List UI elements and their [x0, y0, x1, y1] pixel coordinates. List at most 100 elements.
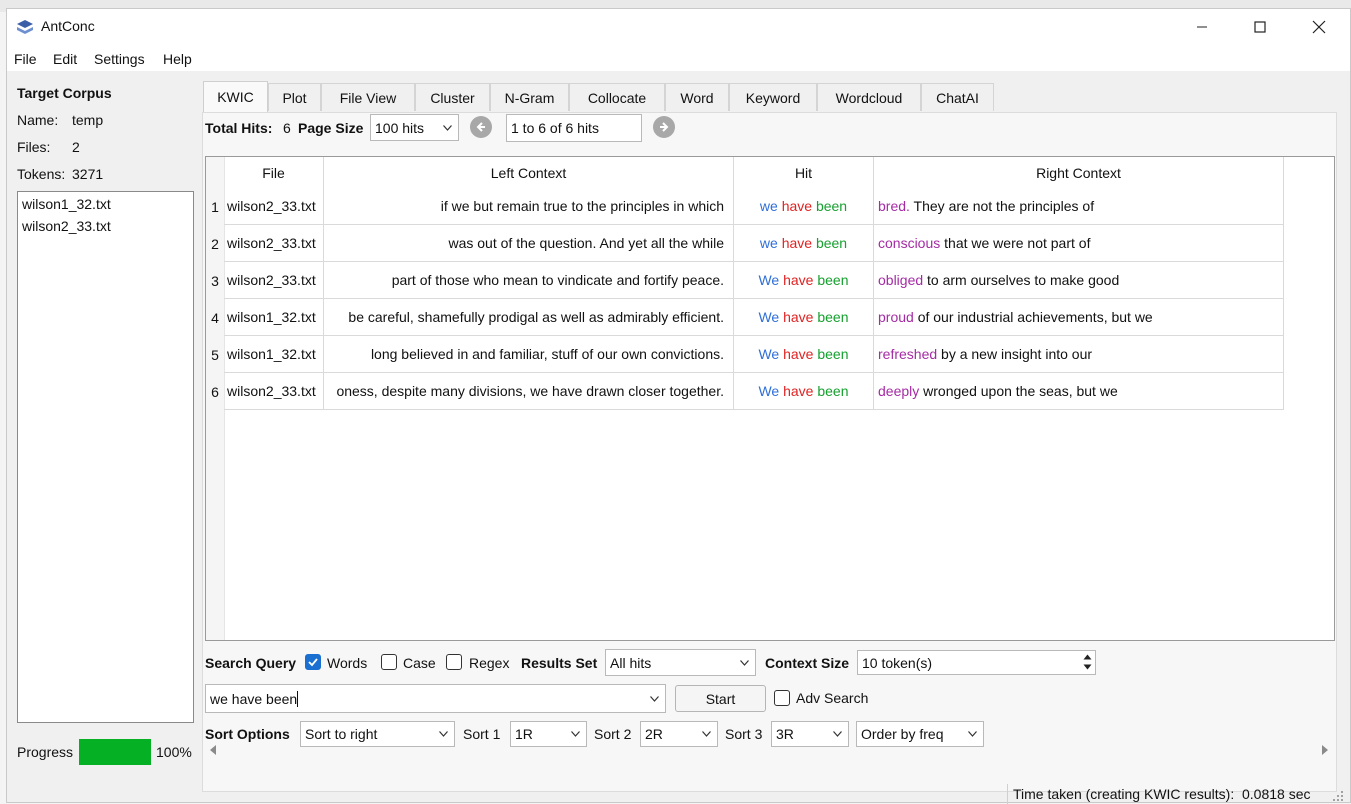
tab-n-gram[interactable]: N-Gram [490, 83, 569, 111]
column-header-right-context[interactable]: Right Context [874, 157, 1284, 189]
hit-cell[interactable]: We have been [734, 373, 874, 410]
table-row[interactable]: 5 wilson1_32.txt long believed in and fa… [206, 336, 1284, 373]
right-context-cell[interactable]: refreshed by a new insight into our [874, 336, 1284, 373]
column-header-left-context[interactable]: Left Context [324, 157, 734, 189]
file-cell[interactable]: wilson1_32.txt [224, 336, 324, 373]
left-context-cell[interactable]: part of those who mean to vindicate and … [324, 262, 734, 299]
prev-page-button[interactable] [470, 116, 492, 138]
tab-cluster[interactable]: Cluster [415, 83, 490, 111]
hit-cell[interactable]: We have been [734, 336, 874, 373]
row-number: 6 [206, 373, 224, 410]
next-page-icon [660, 122, 669, 132]
hit-word: have [783, 272, 814, 288]
start-button[interactable]: Start [675, 685, 766, 712]
right-context-cell[interactable]: obliged to arm ourselves to make good [874, 262, 1284, 299]
total-hits-label: Total Hits: [205, 120, 273, 136]
status-text: Time taken (creating KWIC results): 0.08… [1013, 786, 1311, 802]
horizontal-scrollbar[interactable] [205, 743, 1333, 757]
file-cell[interactable]: wilson2_33.txt [224, 262, 324, 299]
file-cell[interactable]: wilson2_33.txt [224, 373, 324, 410]
chevron-down-icon [571, 731, 580, 737]
menu-file[interactable]: File [14, 51, 37, 67]
column-header-file[interactable]: File [224, 157, 324, 189]
right-context-cell[interactable]: proud of our industrial achievements, bu… [874, 299, 1284, 336]
tab-word[interactable]: Word [665, 83, 729, 111]
close-button[interactable] [1290, 9, 1348, 45]
hit-cell[interactable]: We have been [734, 262, 874, 299]
right-context-text: of our industrial achievements, but we [913, 309, 1153, 325]
kwic-results-table[interactable]: File Left Context Hit Right Context 1 wi… [205, 156, 1335, 641]
spin-up-icon[interactable] [1083, 654, 1092, 660]
results-set-select[interactable]: All hits [605, 649, 756, 676]
list-item[interactable]: wilson2_33.txt [22, 218, 111, 234]
tab-keyword[interactable]: Keyword [729, 83, 817, 111]
table-row[interactable]: 1 wilson2_33.txt if we but remain true t… [206, 188, 1284, 225]
row-number: 3 [206, 262, 224, 299]
table-row[interactable]: 4 wilson1_32.txt be careful, shamefully … [206, 299, 1284, 336]
target-corpus-panel: Target Corpus Name: temp Files: 2 Tokens… [7, 71, 202, 804]
corpus-file-list[interactable]: wilson1_32.txt wilson2_33.txt [17, 191, 194, 723]
table-row[interactable]: 6 wilson2_33.txt oness, despite many div… [206, 373, 1284, 410]
resize-grip-icon[interactable] [1332, 790, 1344, 802]
tab-collocate[interactable]: Collocate [569, 83, 665, 111]
left-context-cell[interactable]: if we but remain true to the principles … [324, 188, 734, 225]
table-row[interactable]: 3 wilson2_33.txt part of those who mean … [206, 262, 1284, 299]
tab-plot[interactable]: Plot [268, 83, 321, 111]
tab-chatai[interactable]: ChatAI [921, 83, 994, 111]
table-row[interactable]: 2 wilson2_33.txt was out of the question… [206, 225, 1284, 262]
context-size-label: Context Size [765, 655, 850, 671]
progress-value: 100% [156, 744, 192, 760]
words-checkbox[interactable] [305, 654, 321, 670]
spin-down-icon[interactable] [1083, 664, 1092, 670]
chevron-down-icon [740, 659, 749, 666]
hit-word: we [759, 198, 778, 214]
menu-edit[interactable]: Edit [53, 51, 77, 67]
page-size-label: Page Size [298, 120, 364, 136]
left-context-cell[interactable]: oness, despite many divisions, we have d… [324, 373, 734, 410]
left-context-cell[interactable]: be careful, shamefully prodigal as well … [324, 299, 734, 336]
file-cell[interactable]: wilson2_33.txt [224, 225, 324, 262]
hit-cell[interactable]: we have been [734, 225, 874, 262]
hit-word: we [759, 235, 778, 251]
hit-word: been [817, 309, 849, 325]
right-context-word: conscious [878, 235, 941, 251]
hit-cell[interactable]: We have been [734, 299, 874, 336]
status-bar: Time taken (creating KWIC results): 0.08… [7, 784, 1350, 804]
right-context-cell[interactable]: conscious that we were not part of [874, 225, 1284, 262]
minimize-button[interactable] [1173, 9, 1231, 45]
file-cell[interactable]: wilson1_32.txt [224, 299, 324, 336]
left-context-cell[interactable]: was out of the question. And yet all the… [324, 225, 734, 262]
next-page-button[interactable] [653, 116, 675, 138]
chevron-down-icon[interactable] [650, 695, 659, 702]
case-checkbox[interactable] [381, 654, 397, 670]
menu-help[interactable]: Help [163, 51, 192, 67]
column-header-hit[interactable]: Hit [734, 157, 874, 189]
regex-label: Regex [469, 655, 510, 671]
page-size-select[interactable]: 100 hits [370, 114, 459, 141]
list-item[interactable]: wilson1_32.txt [22, 196, 111, 212]
hit-word: have [783, 346, 814, 362]
hit-word: We [758, 383, 780, 399]
right-context-cell[interactable]: bred. They are not the principles of [874, 188, 1284, 225]
left-context-cell[interactable]: long believed in and familiar, stuff of … [324, 336, 734, 373]
corpus-name-label: Name: [17, 112, 59, 128]
tab-wordcloud[interactable]: Wordcloud [817, 83, 921, 111]
regex-checkbox[interactable] [446, 654, 462, 670]
adv-search-checkbox[interactable] [774, 690, 790, 706]
maximize-button[interactable] [1231, 9, 1289, 45]
scroll-right-icon[interactable] [1321, 745, 1329, 755]
menu-settings[interactable]: Settings [94, 51, 145, 67]
context-size-spinbox[interactable]: 10 token(s) [857, 650, 1096, 675]
search-query-input[interactable]: we have been [205, 684, 666, 713]
app-window: AntConc File Edit Settings Help Target C… [6, 8, 1351, 804]
row-number: 5 [206, 336, 224, 373]
right-context-cell[interactable]: deeply wronged upon the seas, but we [874, 373, 1284, 410]
scroll-left-icon[interactable] [209, 745, 217, 755]
hit-word: have [781, 198, 813, 214]
file-cell[interactable]: wilson2_33.txt [224, 188, 324, 225]
tab-file-view[interactable]: File View [321, 83, 415, 111]
chevron-down-icon [439, 731, 448, 737]
tab-kwic[interactable]: KWIC [203, 81, 268, 112]
hit-word: been [817, 383, 849, 399]
hit-cell[interactable]: we have been [734, 188, 874, 225]
